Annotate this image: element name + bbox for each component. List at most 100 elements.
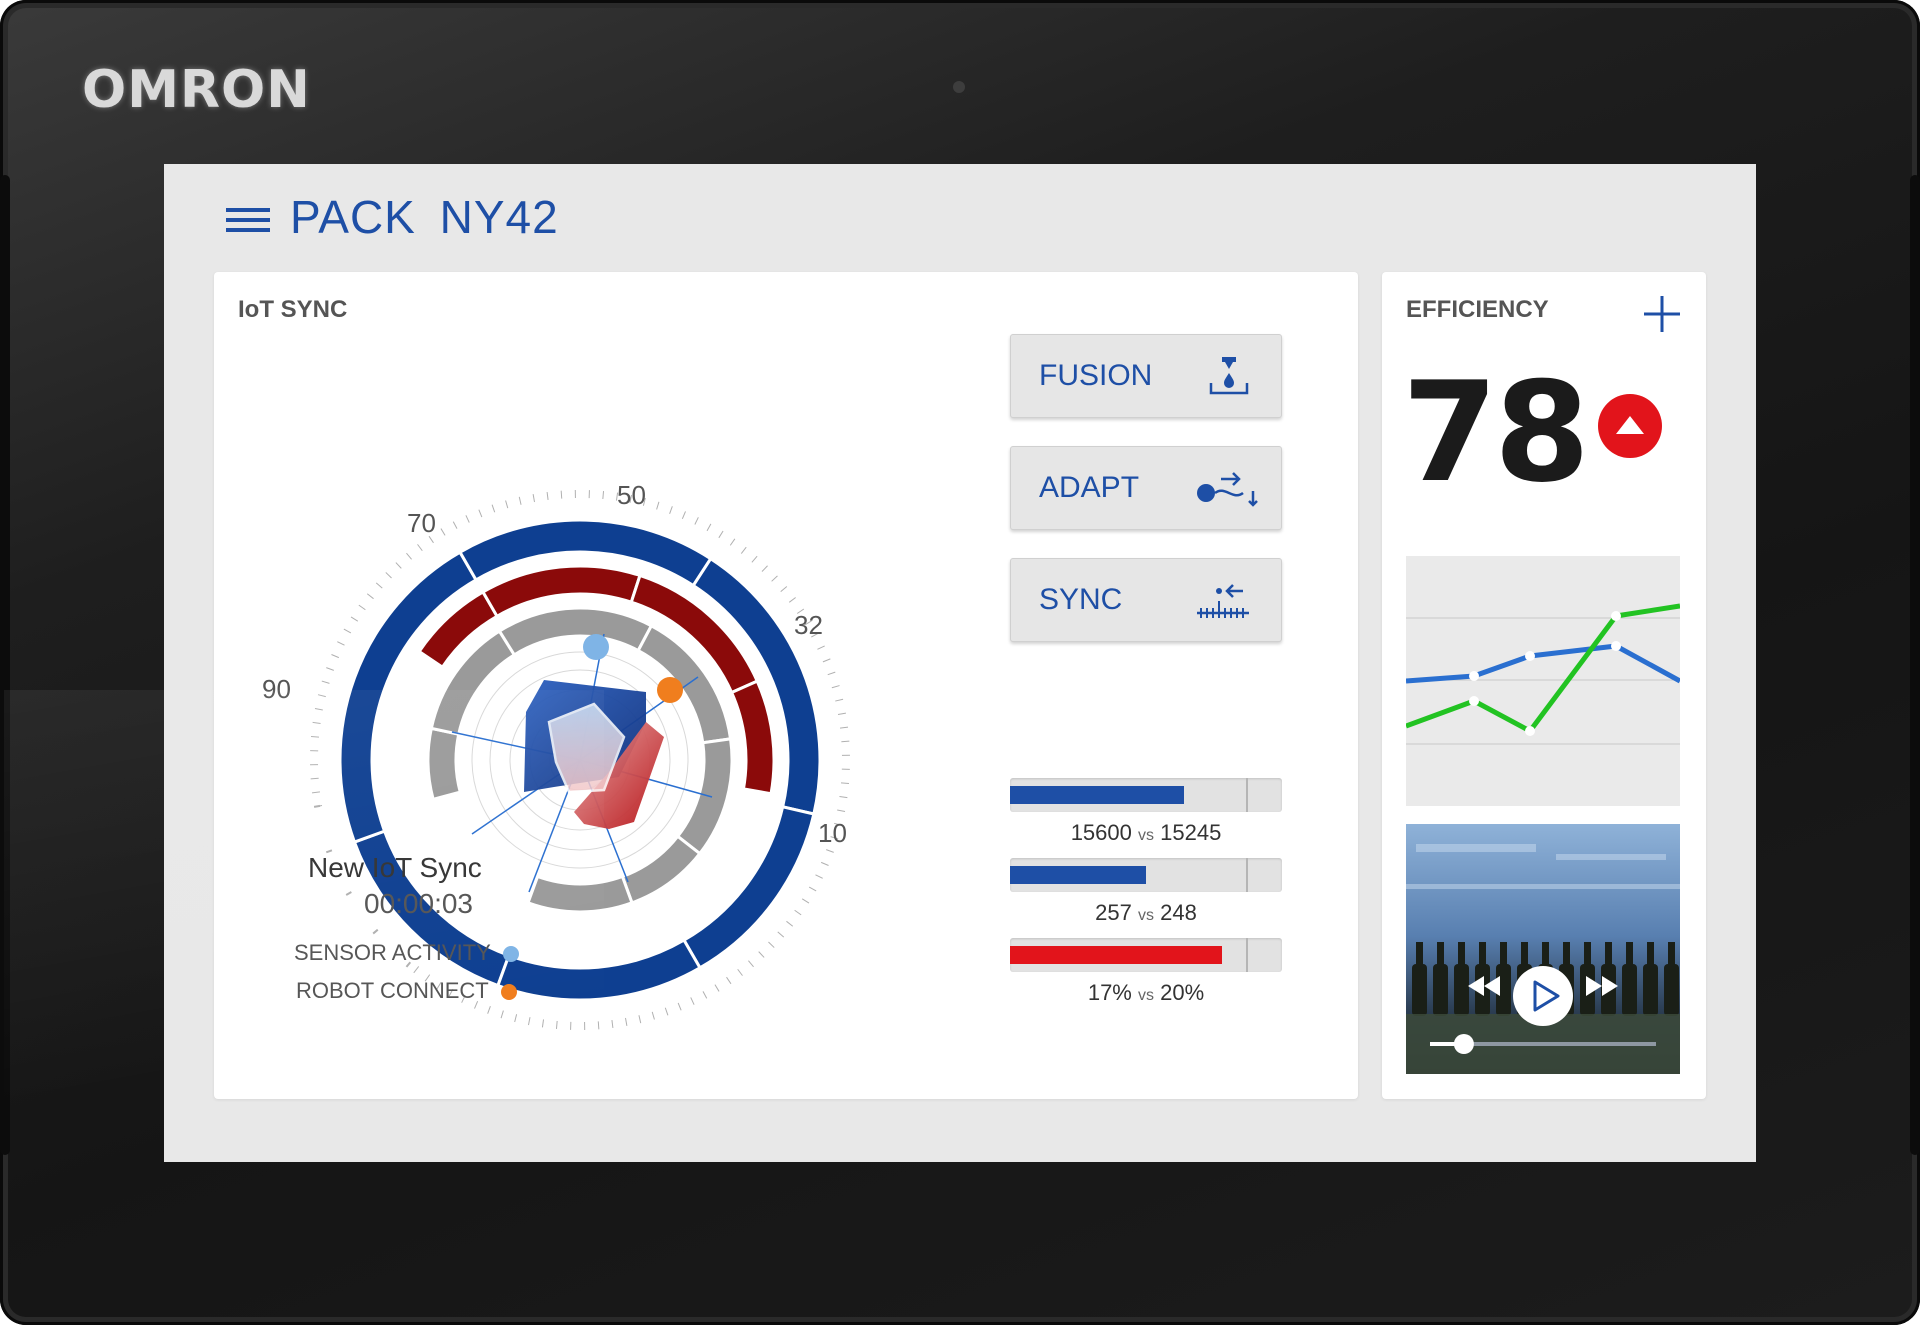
bottle [1643, 964, 1658, 1016]
scale-tick [465, 515, 470, 523]
bottle [1622, 964, 1637, 1016]
scale-label-90: 90 [262, 674, 291, 704]
button-label: ADAPT [1039, 471, 1140, 504]
scale-tick [317, 694, 326, 698]
scale-tick [761, 565, 768, 572]
scale-tick [786, 920, 794, 927]
comparison-reference-marker [1246, 858, 1248, 892]
hamburger-menu-icon[interactable] [226, 208, 270, 238]
comparison-fill [1010, 866, 1146, 884]
bottle-neck [1647, 942, 1654, 966]
bottle-neck [1416, 942, 1423, 966]
page-title: PACK NY42 [290, 191, 559, 243]
scale-tick [312, 721, 321, 725]
bottle-neck [1479, 942, 1486, 966]
comparison-fill [1010, 946, 1223, 964]
iot-sync-card: IoT SYNC 90 70 50 32 10 New IoT Sync 00:… [214, 272, 1358, 1099]
scale-tick [310, 735, 320, 738]
scale-tick [768, 941, 775, 948]
efficiency-card: EFFICIENCY 78 [1382, 272, 1706, 1099]
scale-tick [839, 726, 849, 729]
plus-icon[interactable] [1642, 294, 1682, 334]
scale-tick [452, 521, 458, 529]
bottle-neck [1437, 942, 1444, 966]
scale-tick [656, 501, 660, 510]
scale-tick [331, 654, 340, 659]
scale-tick [440, 528, 446, 536]
bezel-left-edge [0, 175, 10, 1155]
legend-label: ROBOT CONNECT [296, 978, 489, 1003]
scale-tick [560, 490, 563, 499]
screen: PACK NY42 IoT SYNC 90 70 50 32 10 New Io… [164, 164, 1756, 1162]
scale-tick [817, 645, 825, 650]
trend-point [1525, 726, 1535, 736]
bottle-neck [1563, 942, 1570, 966]
scale-tick [740, 546, 747, 554]
scale-label-10: 10 [818, 818, 847, 848]
comparison-bar-3: 17% vs 20% [1010, 938, 1282, 1006]
scale-tick [343, 628, 352, 634]
fusion-icon [1209, 357, 1249, 395]
trend-series-line [1406, 643, 1680, 684]
sync-icon [1197, 584, 1249, 618]
bottle-neck [1500, 942, 1507, 966]
scale-tick [326, 667, 334, 671]
efficiency-trend-chart [1406, 556, 1680, 806]
button-label: SYNC [1039, 583, 1123, 616]
scale-tick [690, 997, 695, 1005]
scale-tick [664, 1007, 669, 1016]
scale-tick [820, 861, 829, 866]
inner-ring-segment [675, 737, 734, 856]
bottle-neck [1584, 942, 1591, 966]
scale-tick [406, 552, 412, 560]
scale-tick [405, 961, 412, 968]
legend-label: SENSOR ACTIVITY [294, 940, 491, 965]
sync-timer: 00:00:03 [364, 888, 473, 919]
outer-ring-segment [352, 829, 511, 988]
bottle [1664, 964, 1679, 1016]
scale-tick [780, 586, 788, 592]
bottle-neck [1668, 942, 1675, 966]
scale-tick [837, 712, 846, 715]
comparison-label: 257 vs 248 [1095, 900, 1197, 925]
scale-tick [777, 931, 785, 938]
bottle-neck [1521, 942, 1528, 966]
bottle [1412, 964, 1427, 1016]
scale-tick [424, 974, 431, 982]
scale-tick [726, 976, 732, 985]
video-player[interactable] [1406, 824, 1680, 1074]
adapt-button[interactable]: ADAPT [1010, 446, 1282, 530]
scale-tick [831, 685, 840, 689]
scale-tick [837, 809, 846, 813]
scale-tick [748, 960, 754, 968]
scale-tick [500, 1010, 504, 1019]
scale-tick [395, 562, 402, 569]
sync-button[interactable]: SYNC [1010, 558, 1282, 642]
fusion-button[interactable]: FUSION [1010, 334, 1282, 418]
scale-tick [321, 680, 330, 684]
scale-tick [541, 1019, 545, 1028]
efficiency-title: EFFICIENCY [1406, 296, 1549, 323]
scale-tick [625, 1017, 628, 1026]
scale-tick [839, 795, 848, 799]
bottle-neck [1458, 942, 1465, 966]
trend-point [1469, 696, 1479, 706]
scale-tick [815, 874, 823, 879]
efficiency-value: 78 [1402, 352, 1590, 513]
scale-label-32: 32 [794, 610, 823, 640]
video-frame [1406, 824, 1680, 1074]
scale-tick [372, 928, 379, 935]
scale-tick [669, 506, 673, 514]
comparison-label: 15600 vs 15245 [1070, 820, 1222, 845]
scale-tick [638, 1015, 642, 1024]
scale-tick [478, 509, 483, 518]
middle-ring-segment [729, 679, 776, 796]
scale-tick [681, 511, 686, 520]
scale-label-70: 70 [407, 508, 436, 538]
hmi-device: OMRON PACK NY42 IoT SYNC 90 70 50 32 10 … [0, 0, 1920, 1325]
trend-point [1525, 651, 1535, 661]
scale-tick [310, 777, 319, 780]
outer-ring-segment [338, 550, 479, 845]
scale-tick [337, 641, 345, 646]
scale-tick [385, 572, 392, 579]
